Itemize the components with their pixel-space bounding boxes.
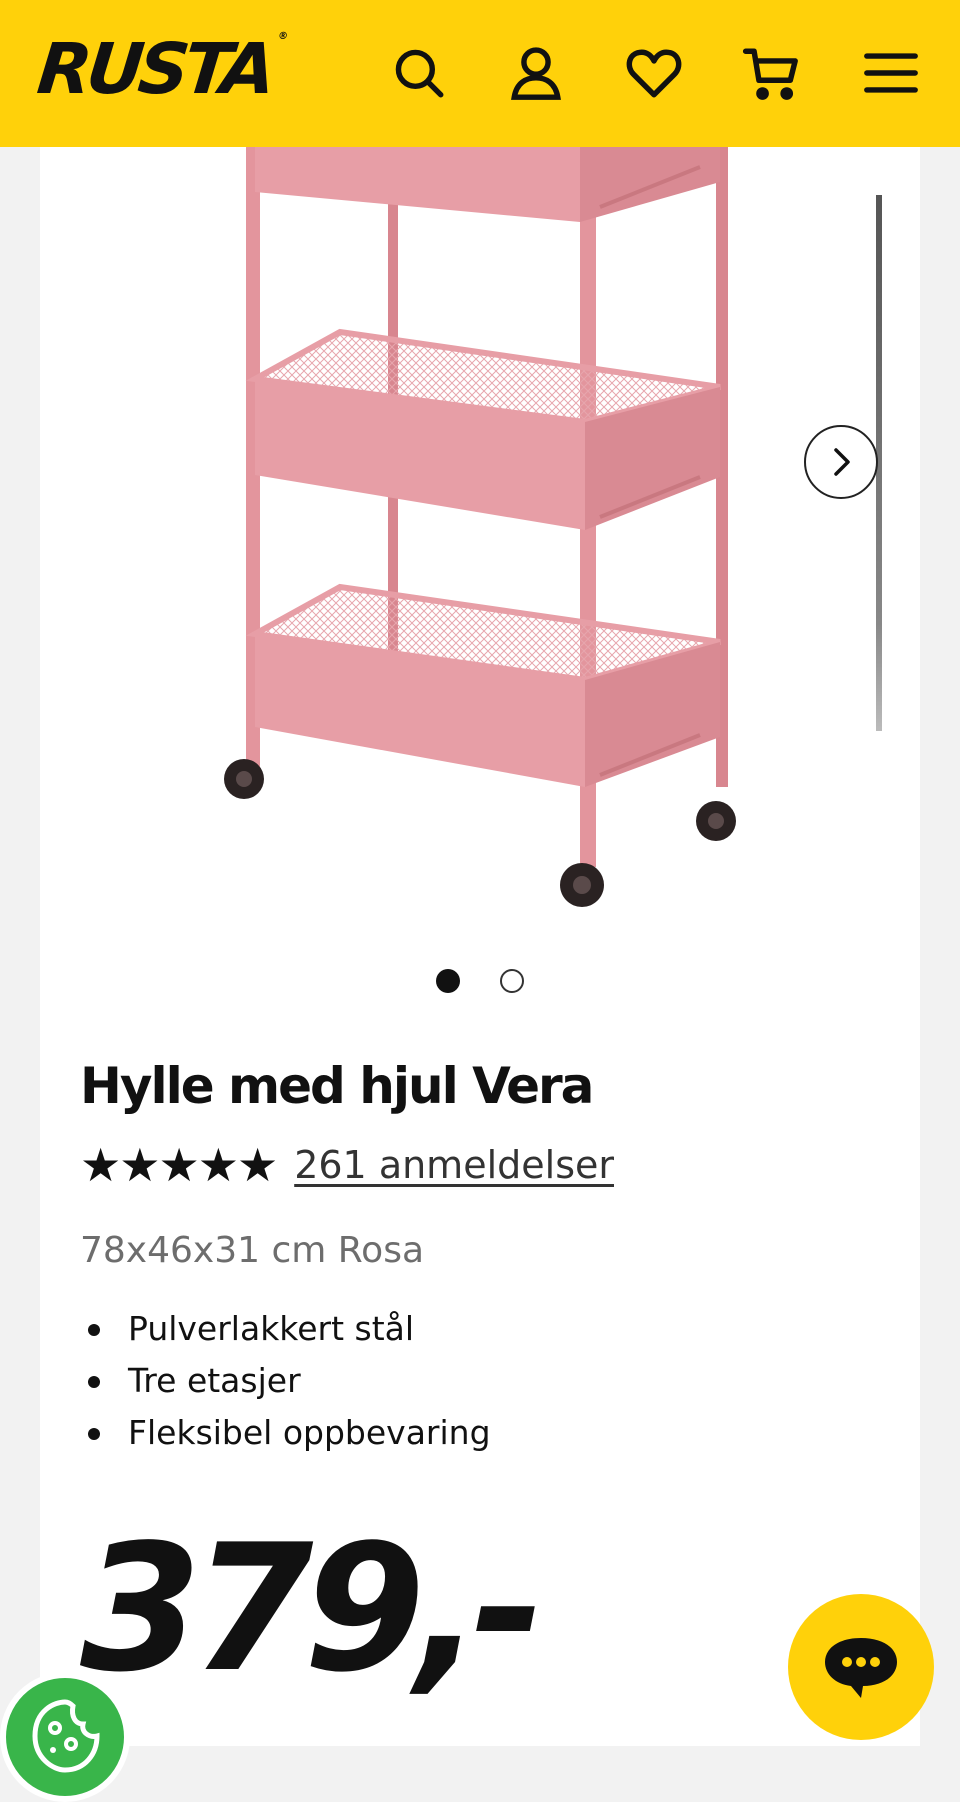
search-icon[interactable] [388,42,450,104]
site-header: RUSTA ® [0,0,960,147]
pagination-dot-1[interactable] [436,969,460,993]
product-title: Hylle med hjul Vera [80,1057,594,1115]
feature-item: Tre etasjer [80,1355,491,1407]
feature-item: Pulverlakkert stål [80,1303,491,1355]
logo-registered-mark: ® [277,30,289,42]
menu-icon[interactable] [860,42,922,104]
heart-icon[interactable] [623,42,685,104]
feature-item: Fleksibel oppbevaring [80,1407,491,1459]
chevron-right-icon [834,448,850,476]
pagination-dot-2[interactable] [500,969,524,993]
chat-bubble-icon [825,1638,897,1698]
cart-icon[interactable] [740,42,802,104]
rating-stars: ★★★★★ [80,1138,278,1192]
logo-text: RUSTA [33,28,275,110]
chat-button[interactable] [788,1594,934,1740]
gallery-next-button[interactable] [804,425,878,499]
product-card: Hylle med hjul Vera ★★★★★ 261 anmeldelse… [40,147,920,1746]
rusta-logo[interactable]: RUSTA ® [34,28,289,110]
cookie-settings-button[interactable] [0,1672,130,1802]
product-price: 379,- [80,1508,544,1711]
product-rating: ★★★★★ 261 anmeldelser [80,1137,614,1193]
feature-list: Pulverlakkert stål Tre etasjer Fleksibel… [80,1303,491,1459]
gallery-pagination [40,969,920,999]
cookie-icon [32,1699,100,1773]
account-icon[interactable] [505,42,567,104]
product-variant: 78x46x31 cm Rosa [80,1230,425,1271]
product-image [224,147,736,907]
reviews-link[interactable]: 261 anmeldelser [294,1143,614,1187]
product-gallery[interactable] [40,147,920,947]
